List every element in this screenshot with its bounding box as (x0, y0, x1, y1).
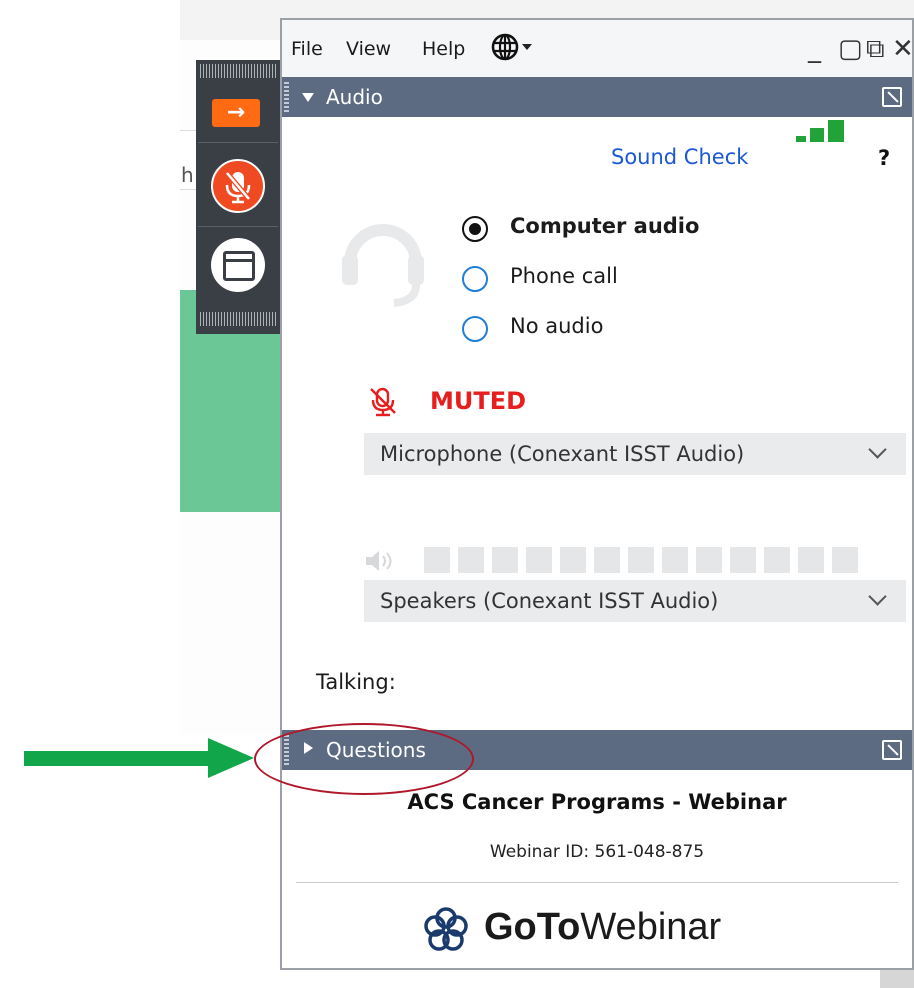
speaker-level-segment (628, 547, 654, 573)
microphone-select[interactable]: Microphone (Conexant ISST Audio) (364, 433, 906, 475)
gotowebinar-logo: GoToWebinar (420, 900, 780, 960)
sound-check-link[interactable]: Sound Check (611, 145, 748, 169)
no-audio-label[interactable]: No audio (510, 314, 603, 338)
speaker-level-segment (832, 547, 858, 573)
microphone-muted-icon[interactable] (368, 386, 398, 418)
speaker-level-segment (458, 547, 484, 573)
undock-button[interactable]: ⧉ (866, 34, 885, 65)
menu-bar: File View Help _ ▢ ⧉ ✕ (282, 20, 914, 77)
gotowebinar-flower-icon (424, 907, 468, 951)
minimize-button[interactable]: _ (808, 34, 821, 64)
popout-icon[interactable] (882, 87, 902, 107)
chevron-down-icon (868, 440, 887, 459)
computer-audio-label[interactable]: Computer audio (510, 214, 699, 238)
language-dropdown-caret-icon[interactable] (522, 44, 532, 50)
computer-audio-radio[interactable] (462, 216, 488, 242)
menu-help[interactable]: Help (422, 38, 465, 60)
divider (296, 882, 898, 883)
speaker-level-segment (526, 547, 552, 573)
speaker-level-segment (492, 547, 518, 573)
show-panel-button[interactable]: → (212, 99, 260, 127)
menu-file[interactable]: File (291, 38, 323, 60)
chevron-down-icon (868, 587, 887, 606)
audio-help-button[interactable]: ? (878, 146, 890, 170)
speaker-level-segment (764, 547, 790, 573)
mute-toggle-button[interactable] (211, 159, 265, 213)
logo-bold-text: GoTo (484, 906, 581, 948)
speaker-level-segment (560, 547, 586, 573)
speakers-select-value: Speakers (Conexant ISST Audio) (380, 589, 719, 613)
menu-view[interactable]: View (346, 38, 391, 60)
toolbar-bottom-grip[interactable] (200, 312, 276, 326)
toolbar-divider (198, 142, 278, 143)
grab-tab-button[interactable] (211, 238, 265, 292)
logo-regular-text: Webinar (580, 906, 722, 948)
speaker-level-segment (730, 547, 756, 573)
annotation-circle (254, 723, 474, 795)
background-partial-text: h (181, 163, 194, 187)
annotation-arrow (24, 738, 254, 778)
muted-status: MUTED (430, 387, 527, 415)
speaker-level-segment (798, 547, 824, 573)
speaker-level-segment (696, 547, 722, 573)
collapse-triangle-icon[interactable] (302, 93, 314, 102)
audio-section-title: Audio (326, 85, 383, 109)
microphone-muted-icon (225, 171, 251, 204)
speakers-select[interactable]: Speakers (Conexant ISST Audio) (364, 580, 906, 622)
speaker-volume-icon (366, 551, 392, 571)
speaker-level-segment (594, 547, 620, 573)
toolbar-divider (198, 226, 278, 227)
no-audio-radio[interactable] (462, 316, 488, 342)
logo-wordmark: GoToWebinar (484, 906, 721, 949)
popout-icon[interactable] (882, 740, 902, 760)
speaker-level-segment (424, 547, 450, 573)
window-icon (223, 251, 255, 281)
restore-button[interactable]: ▢ (838, 34, 863, 64)
headset-icon (342, 224, 424, 307)
speaker-level-segment (662, 547, 688, 573)
toolbar-top-grip[interactable] (200, 64, 276, 78)
talking-label: Talking: (316, 670, 396, 694)
globe-icon[interactable] (490, 32, 520, 62)
drag-handle-icon[interactable] (284, 82, 289, 112)
gotowebinar-control-panel: File View Help _ ▢ ⧉ ✕ Audio Sound Check… (280, 18, 914, 970)
phone-call-label[interactable]: Phone call (510, 264, 618, 288)
close-button[interactable]: ✕ (892, 34, 914, 64)
webinar-id: Webinar ID: 561-048-875 (489, 842, 705, 862)
microphone-select-value: Microphone (Conexant ISST Audio) (380, 442, 745, 466)
audio-section-header[interactable]: Audio (282, 77, 912, 117)
phone-call-radio[interactable] (462, 266, 488, 292)
